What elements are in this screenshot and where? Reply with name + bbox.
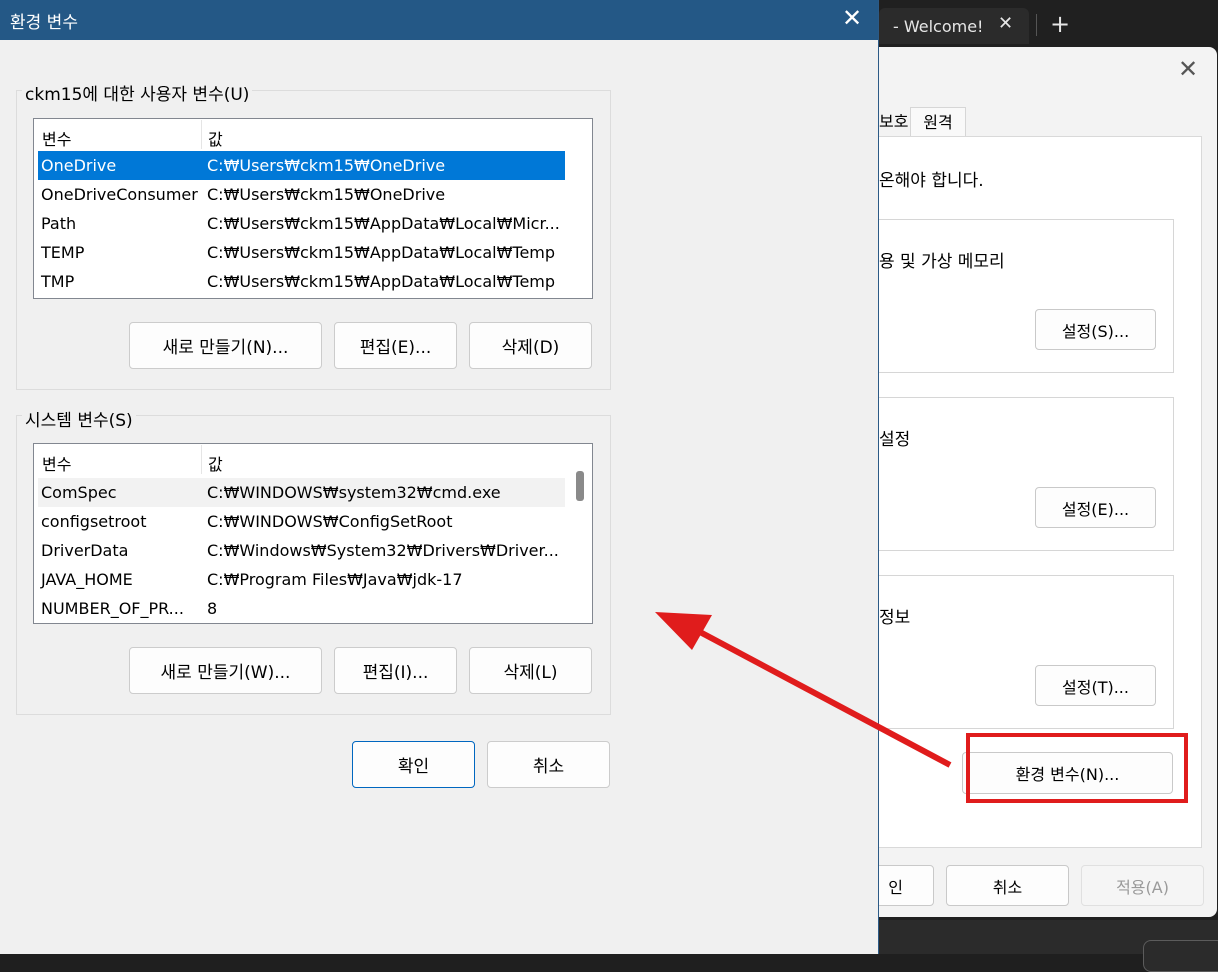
- annotation-arrow: [655, 612, 952, 768]
- annotation-arrow-shaft: [698, 629, 952, 768]
